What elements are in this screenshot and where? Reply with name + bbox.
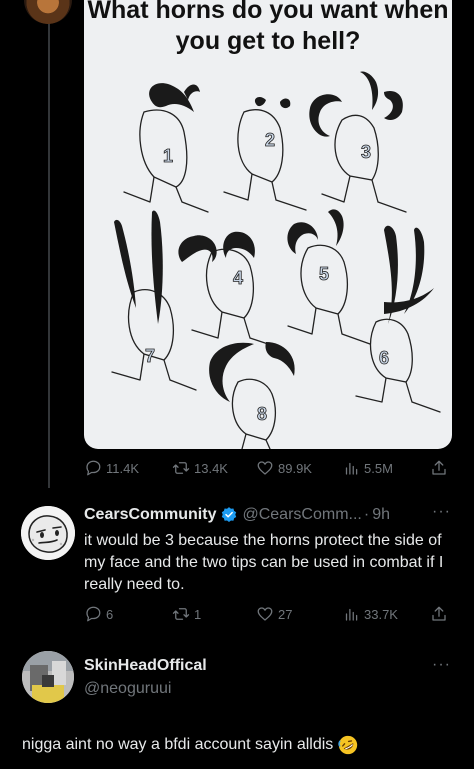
repost-icon: [172, 608, 190, 620]
option-number-7: 7: [145, 346, 155, 366]
rofl-emoji-icon: [338, 735, 358, 755]
option-number-4: 4: [233, 268, 243, 288]
reply2-more-icon[interactable]: ···: [432, 656, 451, 674]
reply-icon: [86, 460, 101, 476]
tweet-media-image[interactable]: What horns do you want when you get to h…: [84, 0, 452, 449]
horn-options-illustration: 1 2 3 4 5 7 6 8: [111, 71, 441, 449]
reply1-share-button[interactable]: [430, 604, 448, 624]
skinheadoffical-avatar[interactable]: [22, 651, 74, 703]
reply-button[interactable]: 11.4K: [84, 458, 139, 478]
reply1-views-count: 33.7K: [364, 606, 398, 622]
option-number-8: 8: [257, 404, 267, 424]
cearscommunity-avatar[interactable]: [21, 506, 75, 560]
share-button[interactable]: [430, 458, 448, 478]
reply1-display-name[interactable]: CearsCommunity: [84, 506, 216, 524]
like-button[interactable]: 89.9K: [256, 458, 312, 478]
reply1-reply-count: 6: [106, 606, 114, 622]
reply-count: 11.4K: [106, 460, 140, 476]
image-title-line1: What horns do you want when: [87, 0, 449, 24]
heart-icon: [257, 461, 273, 475]
reply1-handle[interactable]: @CearsComm...: [242, 506, 361, 524]
option-number-6: 6: [379, 348, 389, 368]
reply2-display-name[interactable]: SkinHeadOffical: [84, 657, 207, 675]
reply1-like-button[interactable]: 27: [256, 604, 292, 624]
like-count: 89.9K: [278, 460, 312, 476]
image-title-line2: you get to hell?: [175, 27, 361, 55]
reply-icon: [86, 606, 101, 622]
share-icon: [432, 606, 446, 621]
share-icon: [432, 460, 446, 475]
reply2-handle[interactable]: @neoguruui: [84, 680, 171, 698]
repost-icon: [172, 462, 190, 474]
option-number-1: 1: [163, 146, 173, 166]
reply1-actions: 6 1 27 33.7K: [84, 604, 454, 624]
repost-button[interactable]: 13.4K: [172, 458, 228, 478]
reply1-separator: ·: [363, 506, 370, 523]
heart-icon: [257, 607, 273, 621]
reply2-text-row: nigga aint no way a bfdi account sayin a…: [22, 734, 359, 756]
reply1-like-count: 27: [278, 606, 293, 622]
verified-badge-icon: [222, 507, 237, 523]
reply1-views-button[interactable]: 33.7K: [342, 604, 398, 624]
reply1-more-icon[interactable]: ···: [432, 503, 451, 521]
reply2-text: nigga aint no way a bfdi account sayin a…: [22, 736, 334, 753]
option-number-3: 3: [361, 142, 371, 162]
views-icon: [345, 462, 358, 475]
option-number-5: 5: [319, 264, 329, 284]
reply1-text: it would be 3 because the horns protect …: [84, 532, 444, 593]
original-tweet-actions: 11.4K 13.4K 89.9K 5.5M: [84, 458, 454, 478]
original-author-avatar[interactable]: [24, 0, 72, 24]
views-count: 5.5M: [364, 460, 393, 476]
reply1-repost-count: 1: [194, 606, 202, 622]
reply1-reply-button[interactable]: 6: [84, 604, 113, 624]
thread-connector-line: [48, 0, 50, 488]
option-number-2: 2: [265, 130, 275, 150]
reply1-repost-button[interactable]: 1: [172, 604, 201, 624]
repost-count: 13.4K: [194, 460, 228, 476]
views-button[interactable]: 5.5M: [342, 458, 393, 478]
views-icon: [345, 608, 358, 621]
reply1-time[interactable]: 9h: [372, 506, 390, 524]
reply1-header: CearsCommunity @CearsComm... · 9h: [84, 505, 390, 525]
